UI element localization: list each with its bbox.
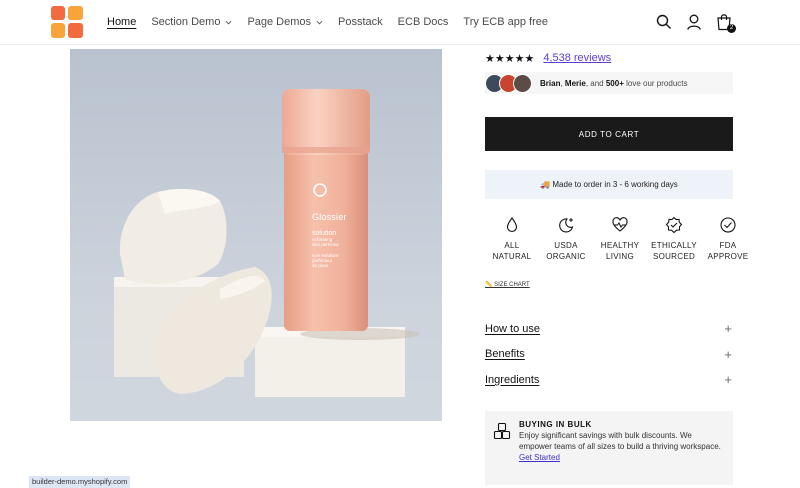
feature-item: ETHICALLY SOURCED (647, 216, 701, 262)
plus-icon: + (724, 372, 732, 388)
cart-button[interactable]: 2 (716, 13, 736, 33)
feature-label: LIVING (605, 251, 635, 261)
add-to-cart-button[interactable]: ADD TO CART (485, 117, 733, 151)
bottle-brand: Glossier (312, 212, 347, 222)
search-icon[interactable] (656, 13, 672, 31)
header-actions: 2 (656, 13, 736, 33)
product-image[interactable]: G Glossier solution exfoliating skin per… (70, 49, 442, 421)
social-sep: , (560, 78, 563, 88)
bulk-title: BUYING IN BULK (519, 419, 592, 429)
feature-item: HEALTHY LIVING (593, 216, 647, 262)
circle-check-icon (720, 217, 736, 233)
get-started-link[interactable]: Get Started (519, 453, 560, 462)
site-header: Home Section Demo Page Demos Posstack EC… (0, 0, 800, 45)
social-name: Merie (564, 78, 586, 88)
feature-item: ALL NATURAL (485, 216, 539, 262)
nav-posstack[interactable]: Posstack (338, 16, 383, 28)
rating-row: ★★★★★ 4,538 reviews (485, 49, 733, 67)
drop-icon (506, 217, 518, 233)
plus-icon: + (724, 346, 732, 362)
accordion-title: How to use (485, 322, 541, 335)
nav-label: ECB Docs (397, 16, 449, 28)
plus-icon: + (724, 321, 732, 337)
nav-label: Home (107, 16, 137, 28)
chevron-down-icon (316, 20, 323, 24)
reviews-link[interactable]: 4,538 reviews (543, 52, 611, 64)
star-rating: ★★★★★ (485, 52, 535, 65)
bulk-text: BUYING IN BULK Enjoy significant savings… (519, 419, 725, 477)
accordion-how-to-use[interactable]: How to use + (485, 316, 733, 342)
product-info: ★★★★★ 4,538 reviews Brian, Merie, and 50… (485, 49, 748, 485)
bulk-body: Enjoy significant savings with bulk disc… (519, 430, 721, 451)
social-tail: love our products (626, 78, 688, 88)
moon-star-icon (559, 218, 574, 233)
feature-item: FDA APPROVE (701, 216, 755, 262)
nav-label: Try ECB app free (463, 16, 548, 28)
bottle-line: de peau (312, 263, 329, 268)
chevron-down-icon (225, 20, 232, 24)
accordion-benefits[interactable]: Benefits + (485, 342, 733, 368)
feature-label: FDA (719, 241, 737, 250)
bottle-line: skin perfector (312, 242, 340, 247)
nav-label: Posstack (338, 16, 383, 28)
nav-try-ecb[interactable]: Try ECB app free (463, 16, 548, 28)
nav-section-demo[interactable]: Section Demo (151, 16, 232, 28)
product-accordion: How to use + Benefits + Ingredients + (485, 316, 733, 393)
feature-label: ALL (504, 241, 520, 250)
size-chart-link[interactable]: 📏 SIZE CHART (485, 281, 733, 288)
badge-check-icon (665, 216, 683, 234)
nav-ecb-docs[interactable]: ECB Docs (398, 16, 449, 28)
social-and: , and (585, 78, 604, 88)
social-name: Brian (540, 78, 561, 88)
feature-label: USDA (554, 241, 578, 250)
nav-label: Section Demo (151, 16, 221, 28)
feature-label: ORGANIC (546, 251, 586, 261)
nav-page-demos[interactable]: Page Demos (247, 16, 323, 28)
social-proof: Brian, Merie, and 500+ love our products (485, 72, 733, 94)
feature-list: ALL NATURAL USDA ORGANIC HEALTHY LIVING … (485, 216, 755, 262)
nav-label: Page Demos (247, 16, 312, 28)
account-icon[interactable] (686, 13, 702, 31)
accordion-title: Benefits (485, 348, 525, 361)
boxes-icon (493, 422, 511, 439)
feature-label: NATURAL (492, 251, 532, 261)
bottle-brand-mark: G (315, 183, 316, 184)
avatar-group (485, 73, 532, 93)
feature-label: ETHICALLY (651, 241, 697, 250)
shipping-notice: 🚚 Made to order in 3 - 6 working days (485, 170, 733, 199)
social-count: 500+ (605, 78, 624, 88)
bulk-buying-card: BUYING IN BULK Enjoy significant savings… (485, 410, 733, 485)
product-photo (70, 89, 442, 421)
accordion-ingredients[interactable]: Ingredients + (485, 367, 733, 393)
heart-pulse-icon (612, 217, 628, 232)
cart-count-badge: 2 (727, 24, 736, 33)
accordion-title: Ingredients (485, 373, 540, 386)
feature-label: APPROVE (707, 251, 749, 261)
main-nav: Home Section Demo Page Demos Posstack EC… (107, 16, 563, 28)
feature-label: HEALTHY (600, 241, 640, 250)
avatar (513, 73, 532, 93)
feature-label: SOURCED (652, 251, 696, 261)
bottle-line: solution (312, 230, 337, 237)
status-bar-url: builder-demo.myshopify.com (29, 476, 131, 488)
store-logo[interactable] (51, 6, 83, 38)
nav-home[interactable]: Home (107, 16, 136, 28)
bottle-label: Glossier solution exfoliating skin perfe… (312, 212, 372, 268)
feature-item: USDA ORGANIC (539, 216, 593, 262)
